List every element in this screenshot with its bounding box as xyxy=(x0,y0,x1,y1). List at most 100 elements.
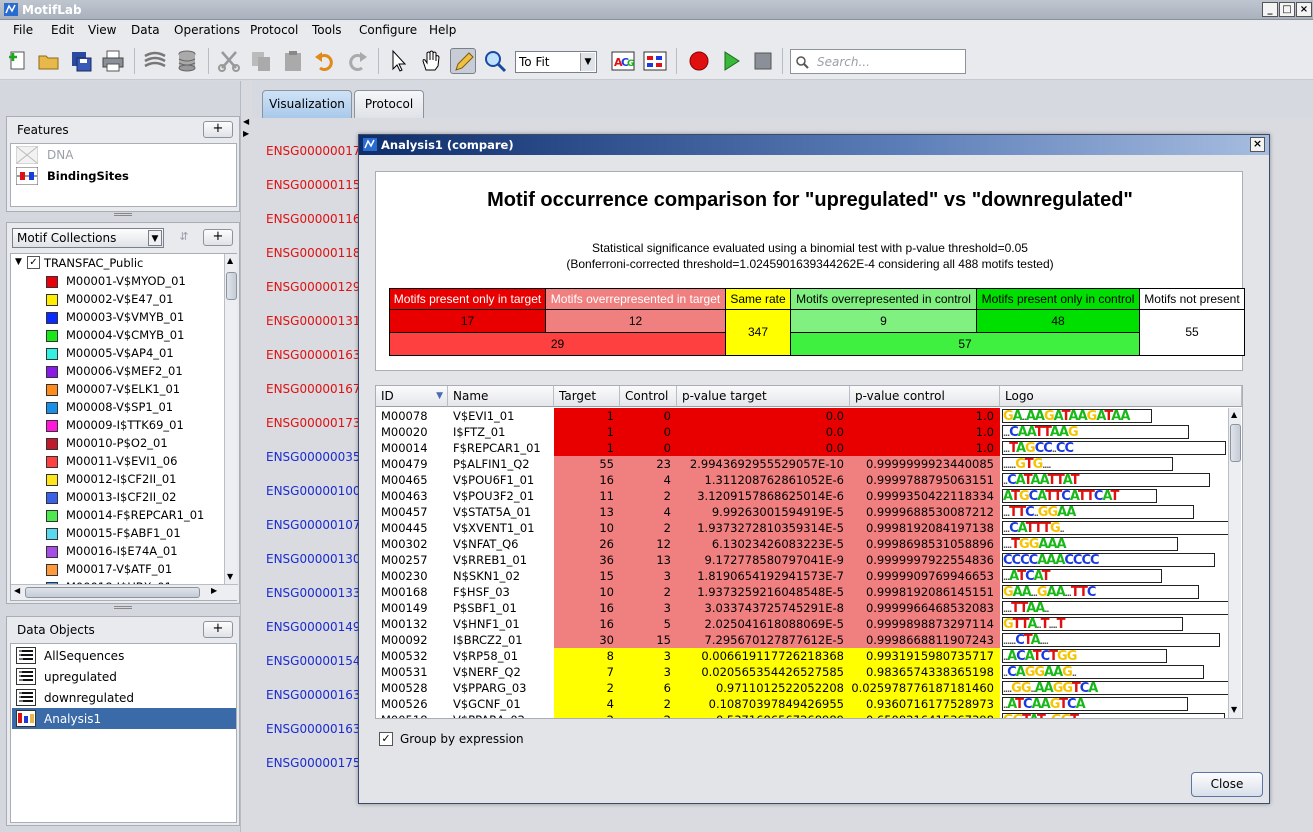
draw-tool-button[interactable] xyxy=(450,48,476,74)
table-row[interactable]: M00463 V$POU3F2_01 11 2 3.1209157868625014E-… xyxy=(376,488,1242,504)
sequence-label[interactable]: ENSG00000133 xyxy=(266,586,361,600)
hscroll-thumb[interactable] xyxy=(25,587,200,598)
motif-color-swatch[interactable] xyxy=(46,402,58,414)
collection-root[interactable]: ▼ ✓ TRANSFAC_Public xyxy=(11,255,223,273)
menu-help[interactable]: Help xyxy=(429,23,456,37)
column-header-id[interactable]: ID ▼ xyxy=(376,386,448,407)
undo-button[interactable] xyxy=(312,48,338,74)
menu-data[interactable]: Data xyxy=(131,23,160,37)
close-button[interactable]: Close xyxy=(1191,772,1263,797)
feature-item-dna[interactable]: DNA xyxy=(13,145,235,165)
column-header-control[interactable]: Control xyxy=(620,386,677,407)
sequence-label[interactable]: ENSG00000154 xyxy=(266,654,361,668)
table-row[interactable]: M00445 V$XVENT1_01 10 2 1.9373272810359314E-… xyxy=(376,520,1242,536)
column-header-pvalue-control[interactable]: p-value control xyxy=(850,386,1000,407)
database-button[interactable] xyxy=(174,48,200,74)
scroll-down-icon[interactable]: ▼ xyxy=(1231,705,1237,714)
sequence-label[interactable]: ENSG00000116 xyxy=(266,212,361,226)
motif-color-swatch[interactable] xyxy=(46,276,58,288)
search-field[interactable]: Search... xyxy=(790,49,966,74)
motif-color-swatch[interactable] xyxy=(46,420,58,432)
sequence-label[interactable]: ENSG00000163 xyxy=(266,688,361,702)
menu-file[interactable]: File xyxy=(13,23,33,37)
column-header-target[interactable]: Target xyxy=(554,386,620,407)
menu-protocol[interactable]: Protocol xyxy=(250,23,298,37)
data-object-item[interactable]: AllSequences xyxy=(12,645,236,666)
motif-logo-button[interactable]: ACG xyxy=(610,48,636,74)
motif-item[interactable]: M00009-I$TTK69_01 xyxy=(11,417,223,435)
table-row[interactable]: M00168 F$HSF_03 10 2 1.9373259216048548E-5 0.… xyxy=(376,584,1242,600)
copy-button[interactable] xyxy=(248,48,274,74)
motif-item[interactable]: M00002-V$E47_01 xyxy=(11,291,223,309)
redo-button[interactable] xyxy=(344,48,370,74)
motif-tree-scrollbar[interactable]: ▲ ▼ xyxy=(224,254,237,584)
add-collection-button[interactable]: + xyxy=(203,229,233,246)
motif-color-swatch[interactable] xyxy=(46,564,58,576)
motif-color-swatch[interactable] xyxy=(46,294,58,306)
motif-color-swatch[interactable] xyxy=(46,474,58,486)
motif-color-swatch[interactable] xyxy=(46,528,58,540)
sequence-label[interactable]: ENSG00000149 xyxy=(266,620,361,634)
paste-button[interactable] xyxy=(280,48,306,74)
expand-right-icon[interactable]: ▶ xyxy=(243,129,249,138)
table-row[interactable]: M00479 P$ALFIN1_Q2 55 23 2.9943692955529057E… xyxy=(376,456,1242,472)
sequence-label[interactable]: ENSG00000173 xyxy=(266,416,361,430)
motif-color-swatch[interactable] xyxy=(46,456,58,468)
motif-item[interactable]: M00007-V$ELK1_01 xyxy=(11,381,223,399)
motif-color-swatch[interactable] xyxy=(46,312,58,324)
menu-edit[interactable]: Edit xyxy=(51,23,74,37)
select-tool-button[interactable] xyxy=(386,48,412,74)
column-header-name[interactable]: Name xyxy=(448,386,554,407)
group-by-expression-toggle[interactable]: ✓ Group by expression xyxy=(379,731,539,749)
motif-color-swatch[interactable] xyxy=(46,330,58,342)
sequence-label[interactable]: ENSG00000167 xyxy=(266,382,361,396)
motif-color-swatch[interactable] xyxy=(46,384,58,396)
sequence-label[interactable]: ENSG00000100 xyxy=(266,484,361,498)
sequence-label[interactable]: ENSG00000163 xyxy=(266,348,361,362)
motif-item[interactable]: M00006-V$MEF2_01 xyxy=(11,363,223,381)
table-row[interactable]: M00465 V$POU6F1_01 16 4 1.311208762861052E-6… xyxy=(376,472,1242,488)
zoom-tool-button[interactable] xyxy=(482,48,508,74)
close-icon[interactable]: × xyxy=(1250,137,1265,152)
data-object-item[interactable]: downregulated xyxy=(12,687,236,708)
motif-color-swatch[interactable] xyxy=(46,510,58,522)
data-object-item[interactable]: upregulated xyxy=(12,666,236,687)
sequence-label[interactable]: ENSG00000107 xyxy=(266,518,361,532)
table-row[interactable]: M00092 I$BRCZ2_01 30 15 7.295670127877612E-5… xyxy=(376,632,1242,648)
motif-item[interactable]: M00001-V$MYOD_01 xyxy=(11,273,223,291)
table-row[interactable]: M00302 V$NFAT_Q6 26 12 6.13023426083223E-5 0.… xyxy=(376,536,1242,552)
motif-item[interactable]: M00008-V$SP1_01 xyxy=(11,399,223,417)
motif-item[interactable]: M00003-V$VMYB_01 xyxy=(11,309,223,327)
scroll-thumb[interactable] xyxy=(226,272,237,300)
table-scrollbar[interactable]: ▲ ▼ xyxy=(1228,408,1241,718)
column-header-logo[interactable]: Logo xyxy=(1000,386,1242,407)
scroll-left-icon[interactable]: ◀ xyxy=(14,586,20,595)
motif-tree-hscrollbar[interactable]: ◀ ▶ xyxy=(11,584,238,600)
sequence-label[interactable]: ENSG00000130 xyxy=(266,552,361,566)
stop-button[interactable] xyxy=(750,48,776,74)
collection-checkbox[interactable]: ✓ xyxy=(27,256,40,269)
motif-item[interactable]: M00013-I$CF2II_02 xyxy=(11,489,223,507)
group-by-expression-checkbox[interactable]: ✓ xyxy=(379,732,393,746)
motif-item[interactable]: M00017-V$ATF_01 xyxy=(11,561,223,579)
table-row[interactable]: M00457 V$STAT5A_01 13 4 9.99263001594919E-5 0… xyxy=(376,504,1242,520)
split-divider[interactable]: ◀ ▶ xyxy=(240,81,252,832)
table-row[interactable]: M00532 V$RP58_01 8 3 0.006619117726218368 0.9… xyxy=(376,648,1242,664)
table-row[interactable]: M00020 I$FTZ_01 1 0 0.0 1.0 ...CAATTAAG xyxy=(376,424,1242,440)
table-row[interactable]: M00132 V$HNF1_01 16 5 2.025041618088069E-5 0.… xyxy=(376,616,1242,632)
new-session-button[interactable] xyxy=(5,48,31,74)
sequence-label[interactable]: ENSG00000129 xyxy=(266,280,361,294)
sequence-label[interactable]: ENSG00000131 xyxy=(266,314,361,328)
scroll-up-icon[interactable]: ▲ xyxy=(227,256,233,265)
tab-protocol[interactable]: Protocol xyxy=(354,90,424,118)
column-header-pvalue-target[interactable]: p-value target xyxy=(677,386,850,407)
motif-item[interactable]: M00016-I$E74A_01 xyxy=(11,543,223,561)
sequence-label[interactable]: ENSG00000118 xyxy=(266,246,361,260)
scroll-up-icon[interactable]: ▲ xyxy=(1231,410,1237,419)
add-data-object-button[interactable]: + xyxy=(203,621,233,638)
sequence-label[interactable]: ENSG00000035 xyxy=(266,450,361,464)
sequence-label[interactable]: ENSG00000175 xyxy=(266,756,361,770)
table-row[interactable]: M00014 F$REPCAR1_01 1 0 0.0 1.0 ...TAGCC..CC xyxy=(376,440,1242,456)
scroll-right-icon[interactable]: ▶ xyxy=(211,586,217,595)
menu-operations[interactable]: Operations xyxy=(174,23,240,37)
